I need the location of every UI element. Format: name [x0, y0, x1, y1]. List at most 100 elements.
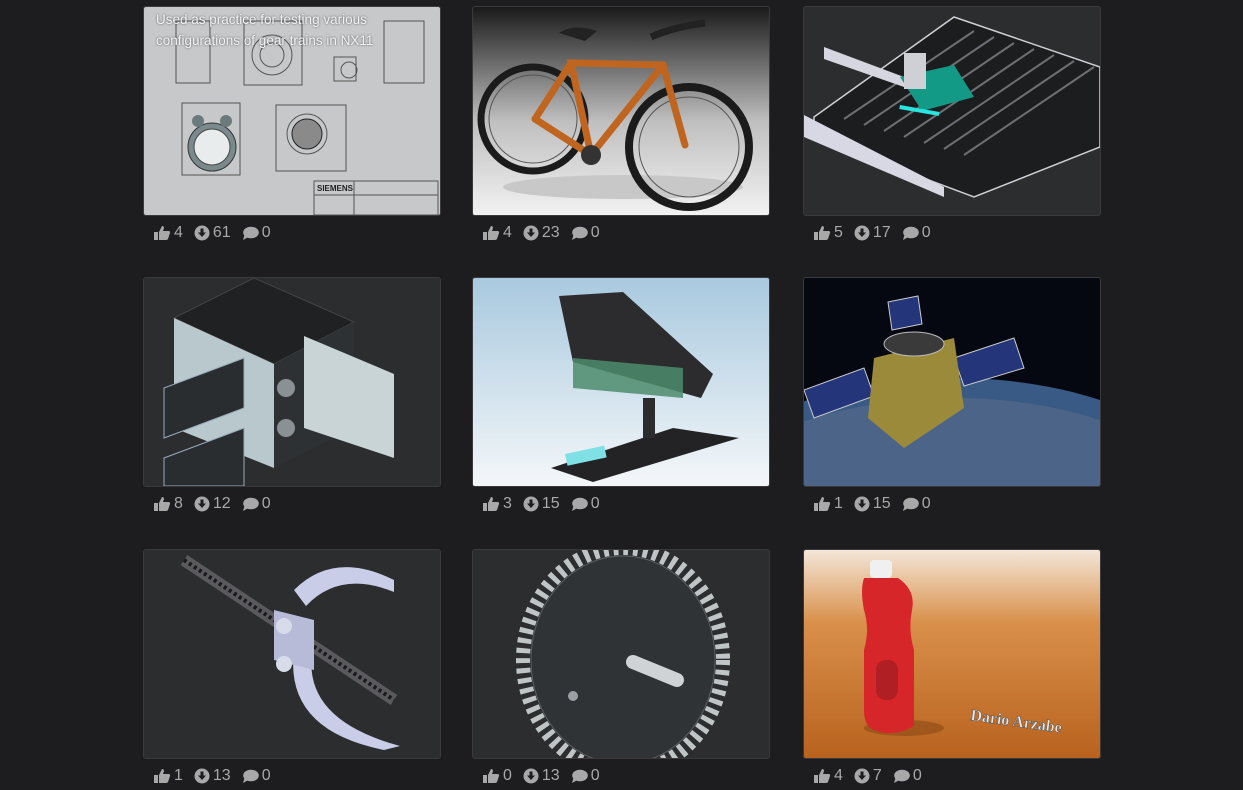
- model-card[interactable]: 1 13 0: [143, 549, 441, 786]
- download-circle-icon: [854, 225, 870, 241]
- model-stats: 4 23 0: [472, 223, 770, 243]
- download-button[interactable]: 61: [194, 224, 231, 242]
- comment-bubble-icon: [242, 497, 259, 511]
- download-circle-icon: [194, 225, 210, 241]
- download-button[interactable]: 7: [854, 767, 882, 785]
- like-count: 8: [174, 495, 183, 512]
- download-button[interactable]: 17: [854, 224, 891, 242]
- model-card[interactable]: Dario Arzabe 4 7 0: [803, 549, 1101, 786]
- model-thumbnail-cnc-router[interactable]: [803, 6, 1101, 216]
- like-count: 3: [503, 495, 512, 512]
- thumbs-up-icon: [814, 497, 831, 511]
- download-count: 15: [872, 495, 891, 512]
- model-thumbnail-gear-train-drawing[interactable]: SIEMENS Used as practice for testing var…: [143, 6, 441, 216]
- thumbs-up-icon: [483, 769, 500, 783]
- comment-count: 0: [921, 495, 931, 512]
- bicycle-render-image: [473, 7, 769, 215]
- model-card[interactable]: 1 15 0: [803, 277, 1101, 514]
- thumbs-up-icon: [483, 226, 500, 240]
- model-card[interactable]: 8 12 0: [143, 277, 441, 514]
- comment-count: 0: [590, 495, 600, 512]
- comment-count: 0: [261, 495, 271, 512]
- comment-count: 0: [912, 767, 922, 784]
- model-card[interactable]: SIEMENS Used as practice for testing var…: [143, 6, 441, 243]
- comment-count: 0: [590, 767, 600, 784]
- comment-bubble-icon: [902, 497, 919, 511]
- download-count: 23: [541, 224, 560, 241]
- model-thumbnail-satellite[interactable]: [803, 277, 1101, 487]
- comment-button[interactable]: 0: [571, 224, 600, 242]
- like-count: 1: [834, 495, 843, 512]
- like-button[interactable]: 1: [153, 767, 183, 785]
- comment-button[interactable]: 0: [902, 224, 931, 242]
- comment-button[interactable]: 0: [242, 495, 271, 513]
- model-card[interactable]: 5 17 0: [803, 6, 1101, 243]
- model-thumbnail-water-bottle[interactable]: Dario Arzabe: [803, 549, 1101, 759]
- download-button[interactable]: 13: [194, 767, 231, 785]
- like-count: 1: [174, 767, 183, 784]
- comment-button[interactable]: 0: [893, 767, 922, 785]
- like-count: 4: [174, 224, 183, 241]
- model-thumbnail-spur-gear[interactable]: [472, 549, 770, 759]
- download-button[interactable]: 23: [523, 224, 560, 242]
- comment-bubble-icon: [571, 497, 588, 511]
- download-count: 13: [212, 767, 231, 784]
- download-button[interactable]: 12: [194, 495, 231, 513]
- download-count: 7: [872, 767, 882, 784]
- thumbs-up-icon: [154, 769, 171, 783]
- like-count: 5: [834, 224, 843, 241]
- model-card[interactable]: 4 23 0: [472, 6, 770, 243]
- model-card[interactable]: 0 13 0: [472, 549, 770, 786]
- model-thumbnail-stapler[interactable]: [472, 277, 770, 487]
- model-thumbnail-bracket[interactable]: [143, 277, 441, 487]
- comment-count: 0: [921, 224, 931, 241]
- model-stats: 3 15 0: [472, 494, 770, 514]
- comment-bubble-icon: [242, 769, 259, 783]
- spur-gear-render-image: [473, 550, 769, 758]
- thumbs-up-icon: [483, 497, 500, 511]
- download-button[interactable]: 15: [854, 495, 891, 513]
- comment-count: 0: [261, 767, 271, 784]
- like-button[interactable]: 0: [482, 767, 512, 785]
- svg-text:SIEMENS: SIEMENS: [317, 184, 354, 193]
- comment-button[interactable]: 0: [242, 767, 271, 785]
- stapler-render-image: [473, 278, 769, 486]
- like-count: 4: [503, 224, 512, 241]
- like-button[interactable]: 4: [482, 224, 512, 242]
- like-button[interactable]: 8: [153, 495, 183, 513]
- download-button[interactable]: 15: [523, 495, 560, 513]
- gear-puller-render-image: [144, 550, 440, 758]
- download-count: 15: [541, 495, 560, 512]
- comment-bubble-icon: [893, 769, 910, 783]
- model-stats: 1 15 0: [803, 494, 1101, 514]
- comment-bubble-icon: [571, 769, 588, 783]
- model-thumbnail-bicycle[interactable]: [472, 6, 770, 216]
- thumbs-up-icon: [814, 769, 831, 783]
- comment-bubble-icon: [571, 226, 588, 240]
- like-button[interactable]: 4: [153, 224, 183, 242]
- download-count: 12: [212, 495, 231, 512]
- download-button[interactable]: 13: [523, 767, 560, 785]
- comment-button[interactable]: 0: [571, 495, 600, 513]
- download-circle-icon: [854, 496, 870, 512]
- comment-button[interactable]: 0: [242, 224, 271, 242]
- like-button[interactable]: 4: [813, 767, 843, 785]
- comment-button[interactable]: 0: [571, 767, 600, 785]
- download-circle-icon: [523, 768, 539, 784]
- cnc-router-render-image: [804, 7, 1100, 215]
- bracket-render-image: [144, 278, 440, 486]
- thumbs-up-icon: [154, 497, 171, 511]
- model-caption: Used as practice for testing various con…: [156, 12, 374, 48]
- like-count: 4: [834, 767, 843, 784]
- download-count: 13: [541, 767, 560, 784]
- like-count: 0: [503, 767, 512, 784]
- comment-bubble-icon: [902, 226, 919, 240]
- like-button[interactable]: 3: [482, 495, 512, 513]
- like-button[interactable]: 5: [813, 224, 843, 242]
- thumbs-up-icon: [154, 226, 171, 240]
- model-thumbnail-gear-puller[interactable]: [143, 549, 441, 759]
- like-button[interactable]: 1: [813, 495, 843, 513]
- comment-button[interactable]: 0: [902, 495, 931, 513]
- model-card[interactable]: 3 15 0: [472, 277, 770, 514]
- download-circle-icon: [194, 496, 210, 512]
